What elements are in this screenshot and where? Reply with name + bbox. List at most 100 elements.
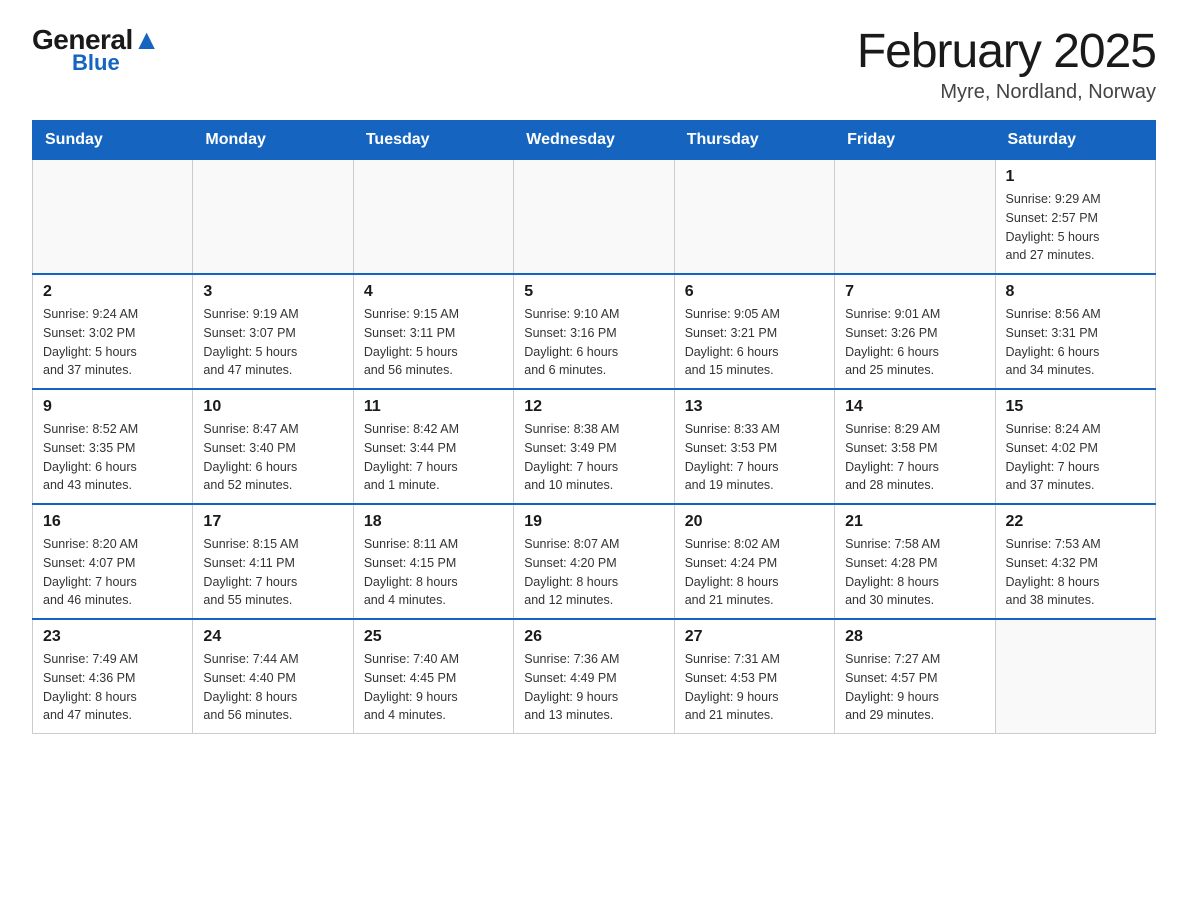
day-info: Sunrise: 9:29 AMSunset: 2:57 PMDaylight:… bbox=[1006, 190, 1145, 265]
day-info: Sunrise: 8:07 AMSunset: 4:20 PMDaylight:… bbox=[524, 535, 663, 610]
calendar-cell bbox=[353, 160, 513, 275]
day-number: 13 bbox=[685, 398, 824, 416]
day-info: Sunrise: 8:52 AMSunset: 3:35 PMDaylight:… bbox=[43, 420, 182, 495]
day-info: Sunrise: 8:33 AMSunset: 3:53 PMDaylight:… bbox=[685, 420, 824, 495]
calendar-cell bbox=[514, 160, 674, 275]
calendar-cell: 14 Sunrise: 8:29 AMSunset: 3:58 PMDayligh… bbox=[835, 389, 995, 504]
day-info: Sunrise: 8:56 AMSunset: 3:31 PMDaylight:… bbox=[1006, 305, 1145, 380]
day-number: 3 bbox=[203, 283, 342, 301]
calendar-cell: 26 Sunrise: 7:36 AMSunset: 4:49 PMDayligh… bbox=[514, 619, 674, 734]
day-info: Sunrise: 7:31 AMSunset: 4:53 PMDaylight:… bbox=[685, 650, 824, 725]
day-number: 28 bbox=[845, 628, 984, 646]
calendar-cell: 19 Sunrise: 8:07 AMSunset: 4:20 PMDayligh… bbox=[514, 504, 674, 619]
day-number: 16 bbox=[43, 513, 182, 531]
weekday-header-tuesday: Tuesday bbox=[353, 121, 513, 160]
weekday-header-monday: Monday bbox=[193, 121, 353, 160]
day-info: Sunrise: 8:42 AMSunset: 3:44 PMDaylight:… bbox=[364, 420, 503, 495]
calendar-cell: 18Sunrise: 8:11 AMSunset: 4:15 PMDayligh… bbox=[353, 504, 513, 619]
calendar-cell: 1 Sunrise: 9:29 AMSunset: 2:57 PMDaylight… bbox=[995, 160, 1155, 275]
day-info: Sunrise: 9:19 AMSunset: 3:07 PMDaylight:… bbox=[203, 305, 342, 380]
day-number: 23 bbox=[43, 628, 182, 646]
day-info: Sunrise: 7:58 AMSunset: 4:28 PMDaylight:… bbox=[845, 535, 984, 610]
day-number: 1 bbox=[1006, 168, 1145, 186]
day-info: Sunrise: 7:53 AMSunset: 4:32 PMDaylight:… bbox=[1006, 535, 1145, 610]
day-number: 7 bbox=[845, 283, 984, 301]
day-number: 8 bbox=[1006, 283, 1145, 301]
day-number: 20 bbox=[685, 513, 824, 531]
calendar-week-row: 2Sunrise: 9:24 AMSunset: 3:02 PMDaylight… bbox=[33, 274, 1156, 389]
calendar-cell: 24Sunrise: 7:44 AMSunset: 4:40 PMDayligh… bbox=[193, 619, 353, 734]
calendar-cell: 3 Sunrise: 9:19 AMSunset: 3:07 PMDaylight… bbox=[193, 274, 353, 389]
day-info: Sunrise: 7:36 AMSunset: 4:49 PMDaylight:… bbox=[524, 650, 663, 725]
calendar-cell: 6Sunrise: 9:05 AMSunset: 3:21 PMDaylight… bbox=[674, 274, 834, 389]
day-info: Sunrise: 9:10 AMSunset: 3:16 PMDaylight:… bbox=[524, 305, 663, 380]
day-number: 22 bbox=[1006, 513, 1145, 531]
day-info: Sunrise: 8:20 AMSunset: 4:07 PMDaylight:… bbox=[43, 535, 182, 610]
day-info: Sunrise: 7:27 AMSunset: 4:57 PMDaylight:… bbox=[845, 650, 984, 725]
day-number: 26 bbox=[524, 628, 663, 646]
calendar-cell: 17 Sunrise: 8:15 AMSunset: 4:11 PMDayligh… bbox=[193, 504, 353, 619]
day-info: Sunrise: 9:01 AMSunset: 3:26 PMDaylight:… bbox=[845, 305, 984, 380]
calendar-cell: 16 Sunrise: 8:20 AMSunset: 4:07 PMDayligh… bbox=[33, 504, 193, 619]
calendar-body: 1 Sunrise: 9:29 AMSunset: 2:57 PMDaylight… bbox=[33, 160, 1156, 734]
calendar-cell: 21 Sunrise: 7:58 AMSunset: 4:28 PMDayligh… bbox=[835, 504, 995, 619]
calendar-cell: 10 Sunrise: 8:47 AMSunset: 3:40 PMDayligh… bbox=[193, 389, 353, 504]
calendar-cell: 23 Sunrise: 7:49 AMSunset: 4:36 PMDayligh… bbox=[33, 619, 193, 734]
day-number: 14 bbox=[845, 398, 984, 416]
calendar-cell: 7 Sunrise: 9:01 AMSunset: 3:26 PMDaylight… bbox=[835, 274, 995, 389]
day-number: 4 bbox=[364, 283, 503, 301]
weekday-header-saturday: Saturday bbox=[995, 121, 1155, 160]
page-header: General▲ Blue February 2025 Myre, Nordla… bbox=[32, 24, 1156, 104]
calendar-week-row: 16 Sunrise: 8:20 AMSunset: 4:07 PMDayligh… bbox=[33, 504, 1156, 619]
calendar-cell: 11 Sunrise: 8:42 AMSunset: 3:44 PMDayligh… bbox=[353, 389, 513, 504]
calendar-cell bbox=[674, 160, 834, 275]
calendar-cell: 5Sunrise: 9:10 AMSunset: 3:16 PMDaylight… bbox=[514, 274, 674, 389]
calendar-cell: 28 Sunrise: 7:27 AMSunset: 4:57 PMDayligh… bbox=[835, 619, 995, 734]
day-number: 19 bbox=[524, 513, 663, 531]
weekday-header-wednesday: Wednesday bbox=[514, 121, 674, 160]
logo-arrow-icon: ▲ bbox=[133, 24, 160, 55]
day-number: 21 bbox=[845, 513, 984, 531]
calendar-header: SundayMondayTuesdayWednesdayThursdayFrid… bbox=[33, 121, 1156, 160]
calendar-cell: 13 Sunrise: 8:33 AMSunset: 3:53 PMDayligh… bbox=[674, 389, 834, 504]
day-info: Sunrise: 8:47 AMSunset: 3:40 PMDaylight:… bbox=[203, 420, 342, 495]
weekday-header-sunday: Sunday bbox=[33, 121, 193, 160]
day-number: 2 bbox=[43, 283, 182, 301]
logo-blue-text: Blue bbox=[72, 50, 120, 76]
day-info: Sunrise: 8:15 AMSunset: 4:11 PMDaylight:… bbox=[203, 535, 342, 610]
calendar-week-row: 9 Sunrise: 8:52 AMSunset: 3:35 PMDaylight… bbox=[33, 389, 1156, 504]
day-info: Sunrise: 8:02 AMSunset: 4:24 PMDaylight:… bbox=[685, 535, 824, 610]
weekday-header-thursday: Thursday bbox=[674, 121, 834, 160]
calendar-cell: 27 Sunrise: 7:31 AMSunset: 4:53 PMDayligh… bbox=[674, 619, 834, 734]
day-number: 15 bbox=[1006, 398, 1145, 416]
day-number: 17 bbox=[203, 513, 342, 531]
day-number: 10 bbox=[203, 398, 342, 416]
calendar-cell bbox=[995, 619, 1155, 734]
day-number: 27 bbox=[685, 628, 824, 646]
calendar-week-row: 23 Sunrise: 7:49 AMSunset: 4:36 PMDayligh… bbox=[33, 619, 1156, 734]
day-info: Sunrise: 7:40 AMSunset: 4:45 PMDaylight:… bbox=[364, 650, 503, 725]
day-info: Sunrise: 7:49 AMSunset: 4:36 PMDaylight:… bbox=[43, 650, 182, 725]
calendar-cell bbox=[835, 160, 995, 275]
weekday-header-row: SundayMondayTuesdayWednesdayThursdayFrid… bbox=[33, 121, 1156, 160]
calendar-cell: 2Sunrise: 9:24 AMSunset: 3:02 PMDaylight… bbox=[33, 274, 193, 389]
day-number: 11 bbox=[364, 398, 503, 416]
calendar-cell: 9 Sunrise: 8:52 AMSunset: 3:35 PMDaylight… bbox=[33, 389, 193, 504]
day-number: 25 bbox=[364, 628, 503, 646]
calendar-cell: 8 Sunrise: 8:56 AMSunset: 3:31 PMDaylight… bbox=[995, 274, 1155, 389]
day-number: 6 bbox=[685, 283, 824, 301]
day-number: 12 bbox=[524, 398, 663, 416]
calendar-cell bbox=[33, 160, 193, 275]
logo: General▲ Blue bbox=[32, 24, 160, 76]
month-title: February 2025 bbox=[857, 24, 1156, 79]
day-info: Sunrise: 8:29 AMSunset: 3:58 PMDaylight:… bbox=[845, 420, 984, 495]
calendar-cell: 20 Sunrise: 8:02 AMSunset: 4:24 PMDayligh… bbox=[674, 504, 834, 619]
calendar-table: SundayMondayTuesdayWednesdayThursdayFrid… bbox=[32, 120, 1156, 734]
calendar-cell: 4Sunrise: 9:15 AMSunset: 3:11 PMDaylight… bbox=[353, 274, 513, 389]
calendar-week-row: 1 Sunrise: 9:29 AMSunset: 2:57 PMDaylight… bbox=[33, 160, 1156, 275]
day-number: 9 bbox=[43, 398, 182, 416]
day-info: Sunrise: 8:11 AMSunset: 4:15 PMDaylight:… bbox=[364, 535, 503, 610]
title-block: February 2025 Myre, Nordland, Norway bbox=[857, 24, 1156, 104]
calendar-cell: 25 Sunrise: 7:40 AMSunset: 4:45 PMDayligh… bbox=[353, 619, 513, 734]
day-info: Sunrise: 8:38 AMSunset: 3:49 PMDaylight:… bbox=[524, 420, 663, 495]
